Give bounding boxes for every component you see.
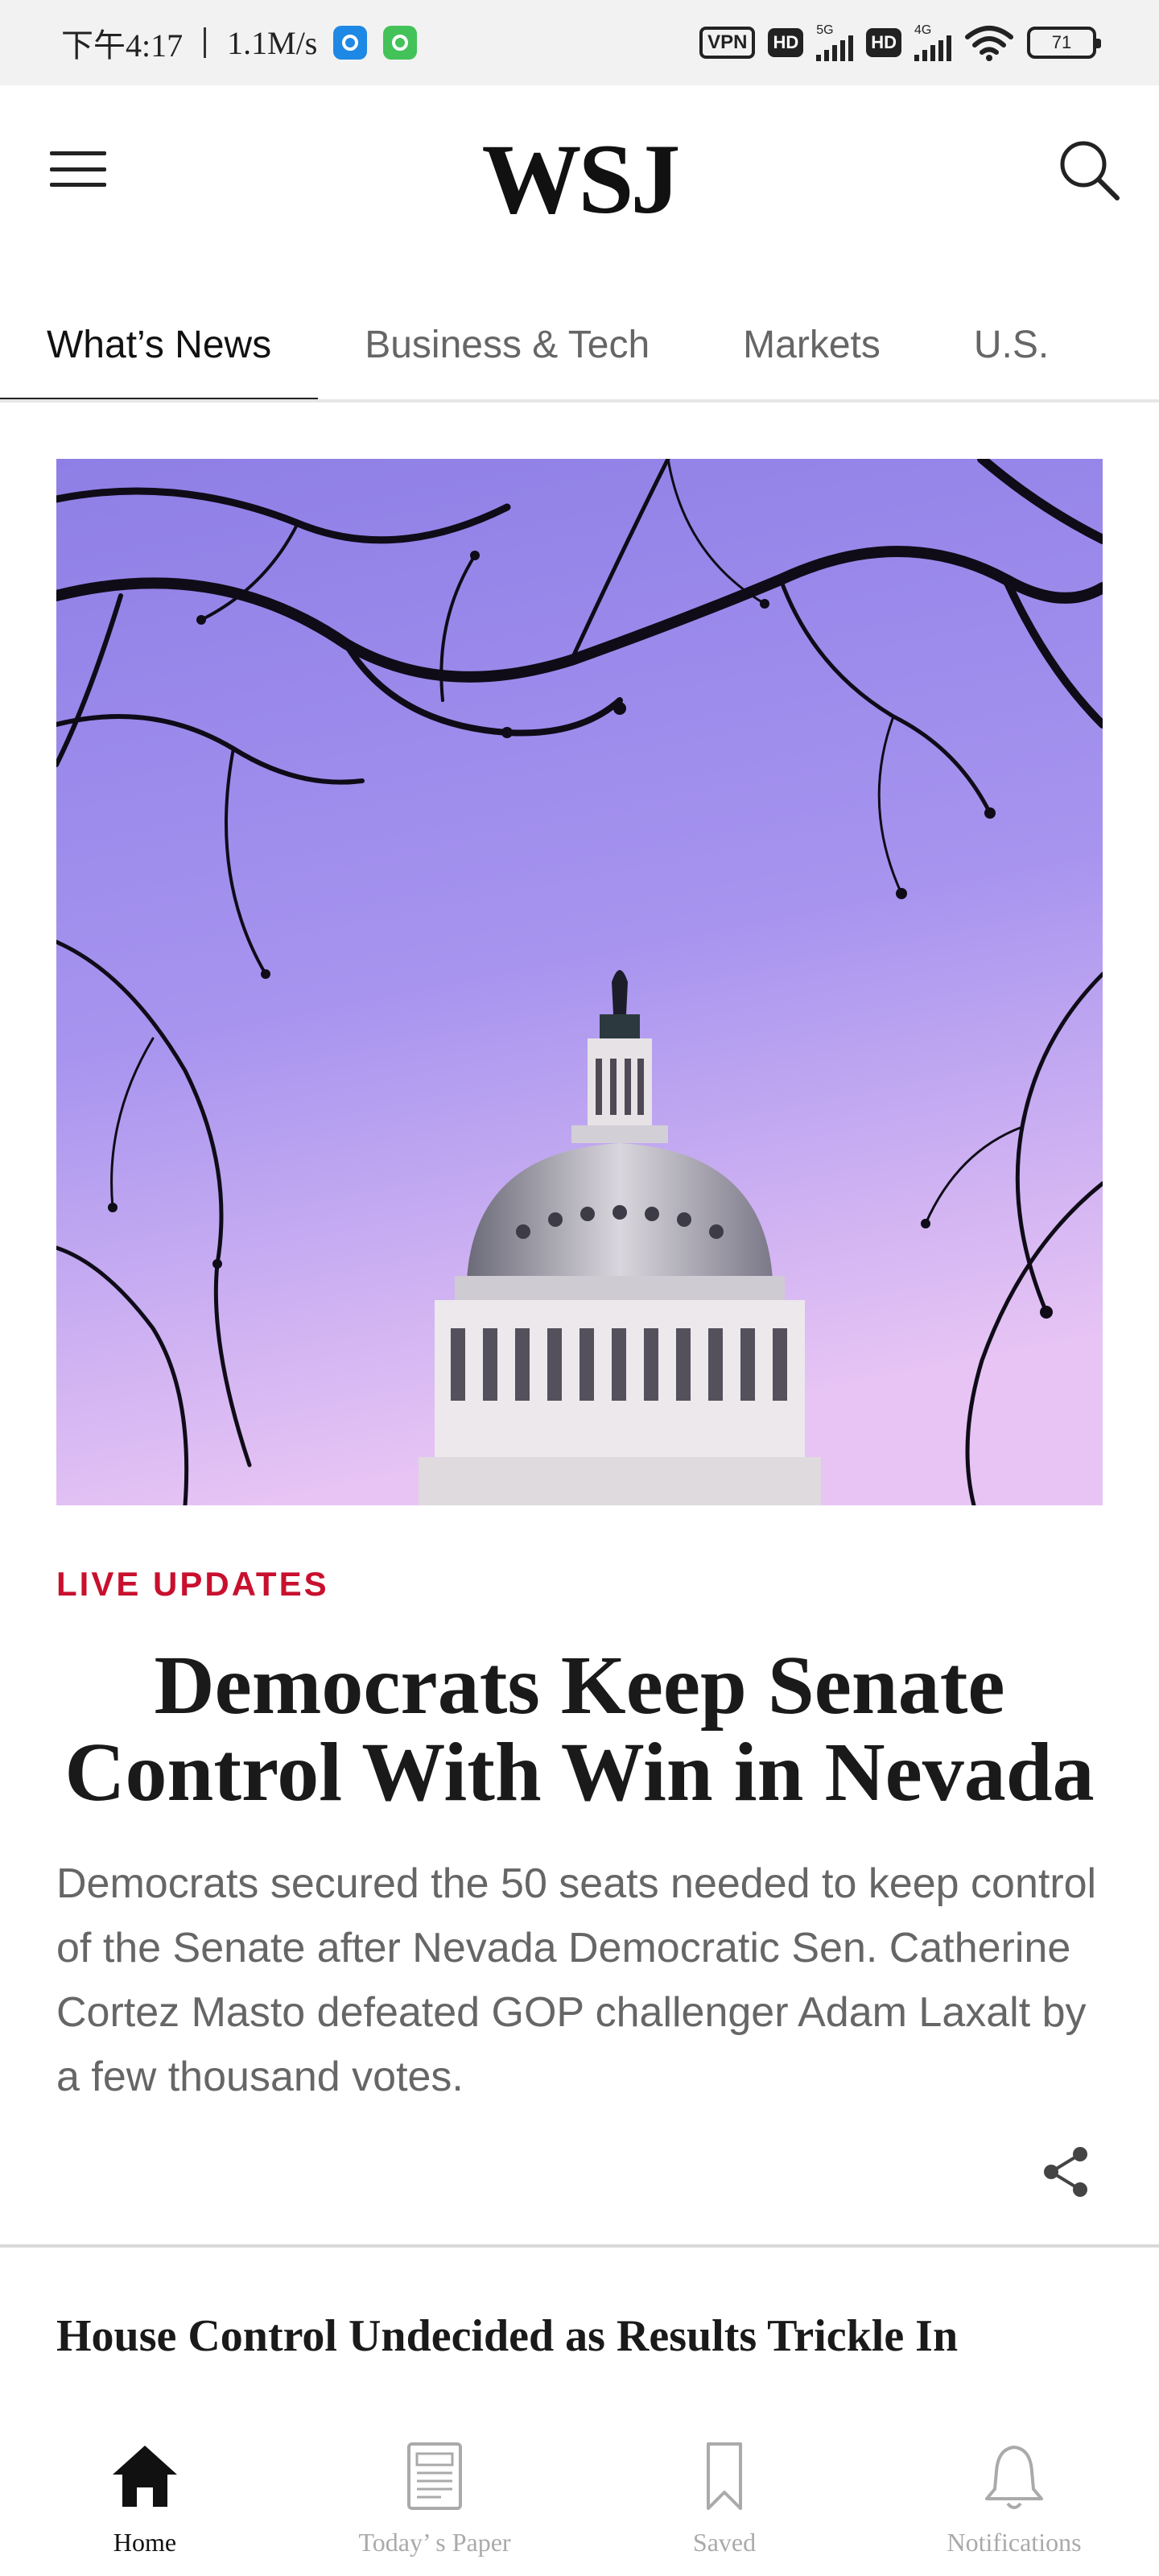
signal-4g-icon: 4G bbox=[914, 24, 951, 61]
status-divider bbox=[204, 27, 207, 58]
newspaper-icon bbox=[407, 2442, 462, 2510]
nav-label: Home bbox=[113, 2528, 177, 2557]
status-speed: 1.1M/s bbox=[227, 24, 318, 61]
nav-label: Notifications bbox=[947, 2528, 1082, 2557]
signal-5g-icon: 5G bbox=[816, 23, 854, 61]
share-icon[interactable] bbox=[1040, 2145, 1091, 2199]
article-divider bbox=[0, 2244, 1159, 2248]
wifi-icon bbox=[965, 26, 1013, 61]
nav-saved[interactable]: Saved bbox=[580, 2407, 869, 2576]
live-updates-label: LIVE UPDATES bbox=[56, 1565, 329, 1603]
hd-icon-2: HD bbox=[866, 28, 901, 57]
article-summary: Democrats secured the 50 seats needed to… bbox=[56, 1860, 1097, 2100]
app-header: WSJ bbox=[0, 85, 1159, 246]
tab-label: Markets bbox=[743, 323, 881, 366]
tab-whats-news[interactable]: What’s News bbox=[0, 290, 319, 399]
hd-icon: HD bbox=[768, 28, 804, 57]
status-left: 下午4:17 1.1M/s bbox=[61, 19, 418, 66]
nav-todays-paper[interactable]: Today’ s Paper bbox=[290, 2407, 580, 2576]
battery-icon: 71 bbox=[1027, 27, 1101, 59]
tab-label: Business & Tech bbox=[365, 323, 650, 366]
article-headline[interactable]: Democrats Keep Senate Control With Win i… bbox=[56, 1642, 1103, 1816]
tab-label: What’s News bbox=[47, 323, 272, 366]
nav-label: Today’ s Paper bbox=[358, 2528, 511, 2557]
section-tabs: What’s News Business & Tech Markets U.S. bbox=[0, 290, 1159, 402]
wsj-logo: WSJ bbox=[481, 124, 681, 234]
tab-business-tech[interactable]: Business & Tech bbox=[318, 290, 696, 399]
home-icon bbox=[113, 2446, 177, 2507]
signal-4g-label: 4G bbox=[914, 23, 932, 37]
tab-us[interactable]: U.S. bbox=[927, 290, 1095, 399]
nav-label: Saved bbox=[692, 2528, 757, 2557]
next-article-headline[interactable]: House Control Undecided as Results Trick… bbox=[56, 2310, 1119, 2362]
bookmark-icon bbox=[707, 2442, 742, 2510]
hero-image[interactable] bbox=[56, 459, 1103, 1505]
nav-home[interactable]: Home bbox=[0, 2407, 290, 2576]
tab-markets[interactable]: Markets bbox=[696, 290, 927, 399]
bell-icon bbox=[985, 2446, 1043, 2509]
status-bar: 下午4:17 1.1M/s VPN HD 5G HD 4G 71 bbox=[0, 0, 1159, 85]
status-right: VPN HD 5G HD 4G 71 bbox=[699, 23, 1101, 61]
vpn-icon: VPN bbox=[699, 27, 756, 59]
nav-notifications[interactable]: Notifications bbox=[869, 2407, 1159, 2576]
battery-level: 71 bbox=[1051, 32, 1072, 52]
bottom-nav: Home Today’ s Paper Saved Notifications bbox=[0, 2407, 1159, 2576]
tab-label: U.S. bbox=[973, 323, 1050, 366]
search-icon[interactable] bbox=[1054, 135, 1127, 208]
notification-app-icon bbox=[333, 26, 368, 60]
signal-5g-label: 5G bbox=[816, 23, 834, 37]
status-time: 下午4:17 bbox=[61, 27, 184, 64]
notification-android-icon bbox=[383, 26, 418, 60]
